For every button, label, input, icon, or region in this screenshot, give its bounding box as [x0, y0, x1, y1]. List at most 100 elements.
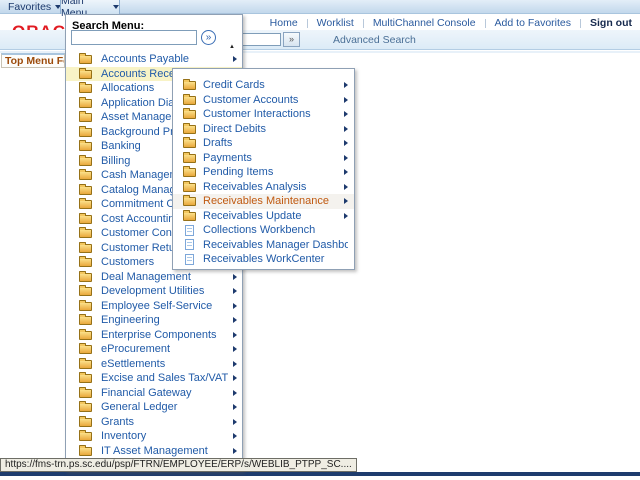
nav-link-multichannel-console[interactable]: MultiChannel Console [373, 17, 476, 29]
menu-search-row [71, 30, 216, 45]
accounts-receivable-submenu-panel: Credit CardsCustomer AccountsCustomer In… [172, 68, 355, 270]
menu-item-label: Payments [203, 152, 340, 164]
folder-icon [79, 331, 92, 340]
menu-item-receivables-manager-dashboard[interactable]: Receivables Manager Dashboard [173, 238, 354, 253]
submenu-arrow-icon [233, 390, 237, 396]
folder-icon [183, 212, 196, 221]
favorites-menu[interactable]: Favorites [8, 0, 61, 14]
menu-item-direct-debits[interactable]: Direct Debits [173, 122, 354, 137]
menu-item-receivables-analysis[interactable]: Receivables Analysis [173, 180, 354, 195]
folder-icon [79, 447, 92, 456]
folder-icon [183, 197, 196, 206]
menu-item-pending-items[interactable]: Pending Items [173, 165, 354, 180]
menu-item-general-ledger[interactable]: General Ledger [66, 400, 242, 415]
nav-link-home[interactable]: Home [270, 17, 298, 29]
menu-item-grants[interactable]: Grants [66, 415, 242, 430]
window-bottom-edge [0, 472, 640, 476]
folder-icon [79, 200, 92, 209]
submenu-arrow-icon [344, 213, 348, 219]
menu-item-label: Accounts Payable [101, 53, 229, 65]
folder-icon [79, 157, 92, 166]
submenu-arrow-icon [233, 317, 237, 323]
folder-icon [79, 113, 92, 122]
menu-item-label: Drafts [203, 137, 340, 149]
menu-item-enterprise-components[interactable]: Enterprise Components [66, 328, 242, 343]
folder-icon [183, 110, 196, 119]
scroll-up-arrow-icon[interactable]: ▲ [229, 44, 235, 50]
sign-out-link[interactable]: Sign out [590, 17, 632, 29]
menu-item-excise-and-sales-tax-vat-ind[interactable]: Excise and Sales Tax/VAT IND [66, 371, 242, 386]
menu-item-label: Excise and Sales Tax/VAT IND [101, 372, 229, 384]
menu-item-label: Financial Gateway [101, 387, 229, 399]
menu-item-credit-cards[interactable]: Credit Cards [173, 78, 354, 93]
nav-link-worklist[interactable]: Worklist [317, 17, 354, 29]
menu-item-deal-management[interactable]: Deal Management [66, 270, 242, 285]
folder-icon [79, 302, 92, 311]
submenu-arrow-icon [344, 82, 348, 88]
header-search-go-button[interactable] [283, 32, 300, 47]
menu-item-development-utilities[interactable]: Development Utilities [66, 284, 242, 299]
folder-icon [79, 171, 92, 180]
top-menu-bar: Favorites Main Menu [0, 0, 640, 14]
menu-item-label: General Ledger [101, 401, 229, 413]
folder-icon [79, 316, 92, 325]
menu-item-label: Enterprise Components [101, 329, 229, 341]
menu-item-label: IT Asset Management [101, 445, 229, 457]
menu-item-employee-self-service[interactable]: Employee Self-Service [66, 299, 242, 314]
menu-item-payments[interactable]: Payments [173, 151, 354, 166]
menu-item-label: Receivables WorkCenter [203, 253, 348, 265]
menu-item-label: eSettlements [101, 358, 229, 370]
menu-item-receivables-maintenance[interactable]: Receivables Maintenance [173, 194, 354, 209]
submenu-arrow-icon [344, 155, 348, 161]
nav-separator [580, 19, 581, 28]
main-menu-tab[interactable]: Main Menu [60, 0, 120, 14]
folder-icon [79, 215, 92, 224]
folder-icon [79, 418, 92, 427]
header-nav-links: Home Worklist MultiChannel Console Add to F… [270, 17, 632, 29]
menu-item-it-asset-management[interactable]: IT Asset Management [66, 444, 242, 459]
menu-item-customer-accounts[interactable]: Customer Accounts [173, 93, 354, 108]
submenu-arrow-icon [344, 111, 348, 117]
submenu-arrow-icon [344, 184, 348, 190]
menu-item-label: Employee Self-Service [101, 300, 229, 312]
submenu-arrow-icon [233, 433, 237, 439]
menu-item-accounts-payable[interactable]: Accounts Payable [66, 52, 242, 67]
menu-item-engineering[interactable]: Engineering [66, 313, 242, 328]
folder-icon [79, 403, 92, 412]
menu-search-go-button[interactable] [201, 30, 216, 45]
tab-top-menu-features[interactable]: Top Menu Features [1, 53, 65, 68]
menu-item-receivables-workcenter[interactable]: Receivables WorkCenter [173, 252, 354, 267]
menu-item-collections-workbench[interactable]: Collections Workbench [173, 223, 354, 238]
menu-item-financial-gateway[interactable]: Financial Gateway [66, 386, 242, 401]
status-bar-url: https://fms-trn.ps.sc.edu/psp/FTRN/EMPLO… [0, 458, 357, 472]
folder-icon [183, 125, 196, 134]
folder-icon [79, 374, 92, 383]
folder-icon [79, 84, 92, 93]
menu-item-customer-interactions[interactable]: Customer Interactions [173, 107, 354, 122]
folder-icon [79, 360, 92, 369]
menu-item-label: Pending Items [203, 166, 340, 178]
submenu-list: Credit CardsCustomer AccountsCustomer In… [173, 78, 354, 267]
menu-item-esettlements[interactable]: eSettlements [66, 357, 242, 372]
folder-icon [79, 258, 92, 267]
menu-item-drafts[interactable]: Drafts [173, 136, 354, 151]
menu-search-input[interactable] [71, 30, 197, 45]
document-icon [185, 225, 194, 236]
folder-icon [79, 229, 92, 238]
menu-item-eprocurement[interactable]: eProcurement [66, 342, 242, 357]
folder-icon [79, 186, 92, 195]
favorites-label: Favorites [8, 1, 51, 13]
folder-icon [79, 99, 92, 108]
menu-item-receivables-update[interactable]: Receivables Update [173, 209, 354, 224]
nav-link-add-to-favorites[interactable]: Add to Favorites [495, 17, 571, 29]
folder-icon [183, 183, 196, 192]
nav-separator [363, 19, 364, 28]
document-icon [185, 254, 194, 265]
advanced-search-link[interactable]: Advanced Search [333, 34, 416, 46]
submenu-arrow-icon [233, 332, 237, 338]
menu-item-inventory[interactable]: Inventory [66, 429, 242, 444]
submenu-arrow-icon [233, 375, 237, 381]
menu-item-label: Inventory [101, 430, 229, 442]
submenu-arrow-icon [233, 56, 237, 62]
menu-item-label: Engineering [101, 314, 229, 326]
